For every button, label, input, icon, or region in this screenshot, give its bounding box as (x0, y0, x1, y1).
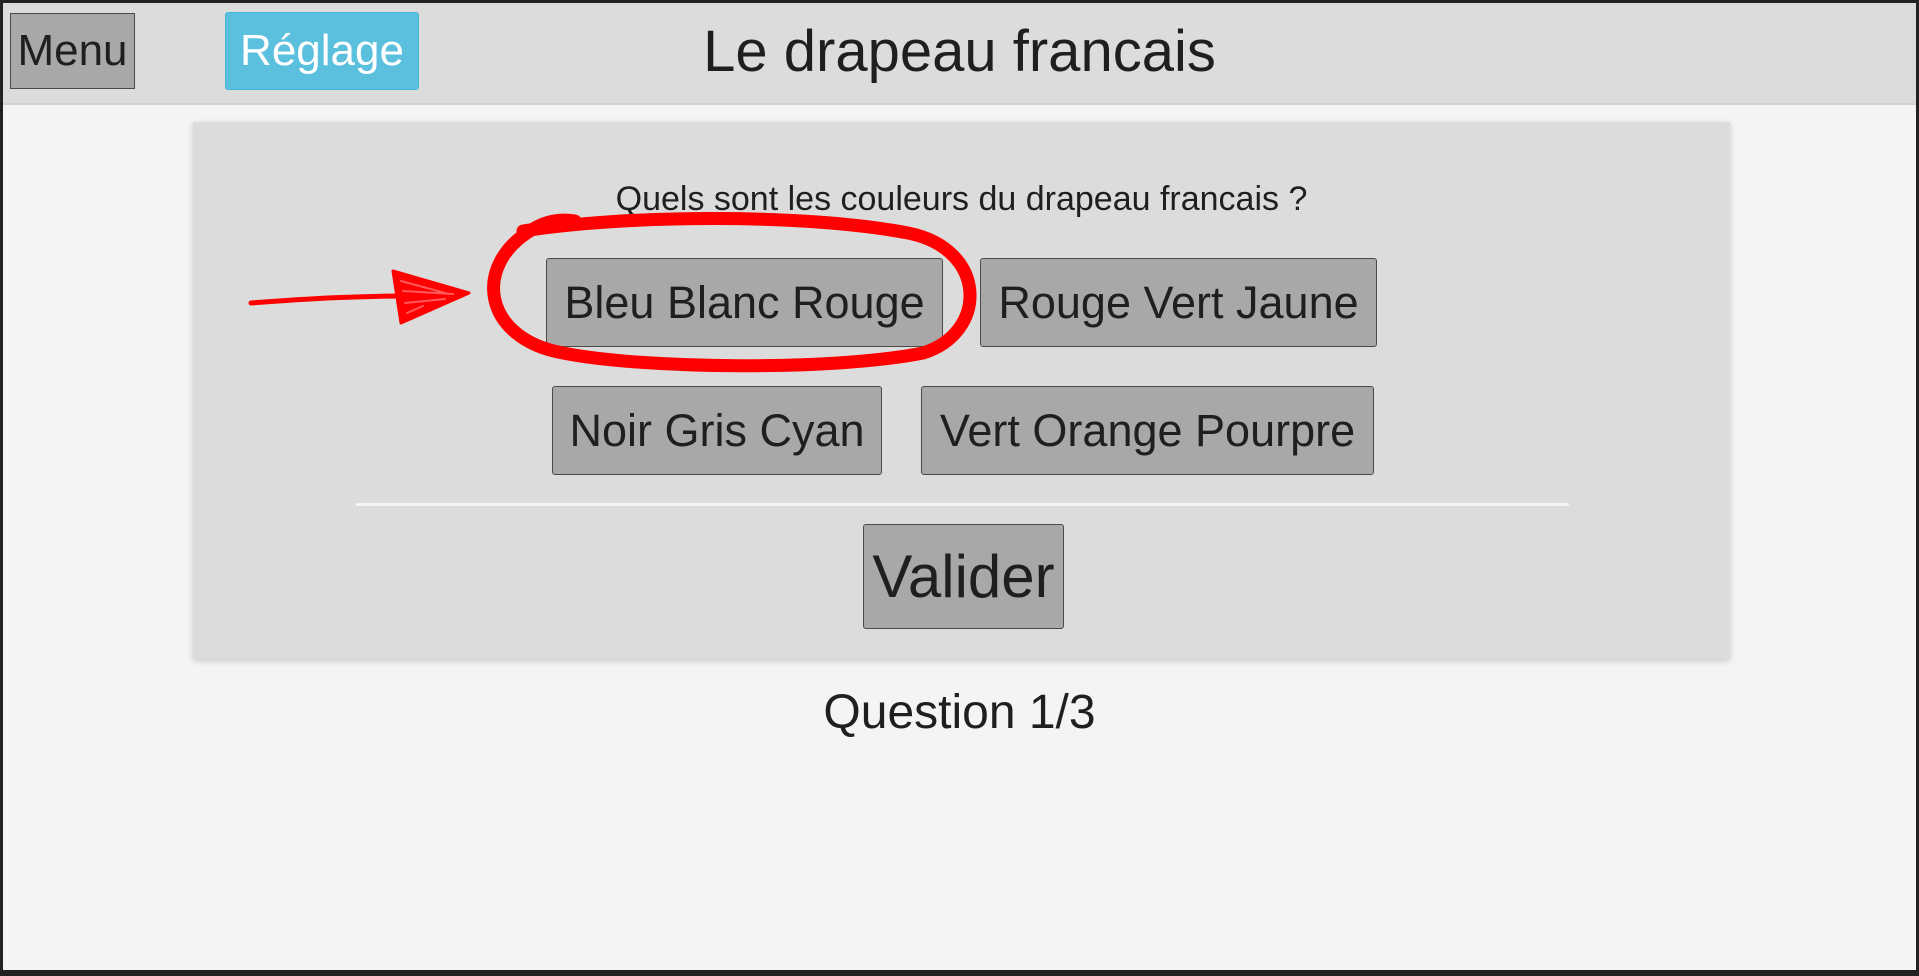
question-progress: Question 1/3 (823, 686, 1096, 739)
question-card: Quels sont les couleurs du drapeau franc… (193, 122, 1730, 659)
app-window: Menu Réglage Le drapeau francais Quels s… (3, 3, 1916, 970)
top-bar: Menu Réglage Le drapeau francais (3, 3, 1916, 105)
answer-button-4[interactable]: Vert Orange Pourpre (921, 386, 1374, 475)
answer-button-2[interactable]: Rouge Vert Jaune (980, 258, 1377, 347)
divider (356, 503, 1569, 506)
validate-button[interactable]: Valider (863, 524, 1064, 629)
answer-button-3[interactable]: Noir Gris Cyan (552, 386, 882, 475)
page-title: Le drapeau francais (703, 19, 1216, 84)
question-text: Quels sont les couleurs du drapeau franc… (615, 180, 1308, 218)
answer-button-1[interactable]: Bleu Blanc Rouge (546, 258, 943, 347)
